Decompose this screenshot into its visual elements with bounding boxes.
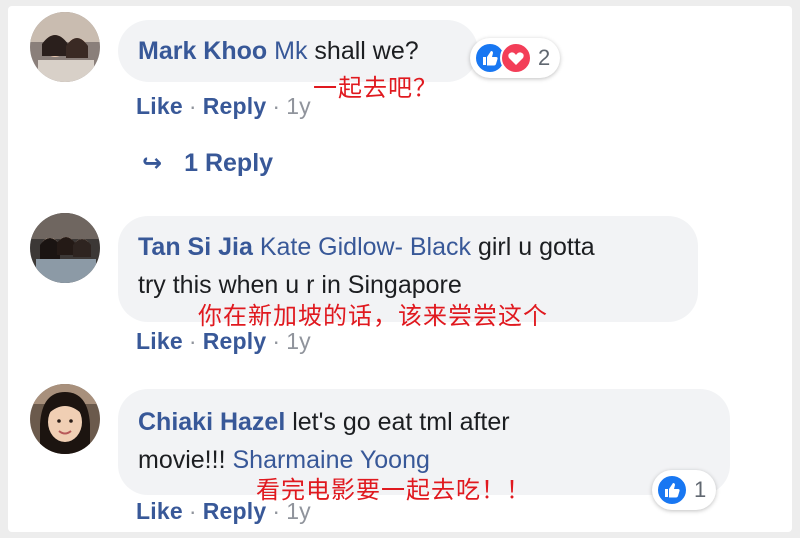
reaction-count: 1 xyxy=(694,477,707,502)
mention-tag[interactable]: Mk xyxy=(274,37,307,65)
reaction-count: 2 xyxy=(538,45,551,70)
translation-overlay: 你在新加坡的话，该来尝尝这个 xyxy=(198,302,548,330)
comment-text: girl u gotta xyxy=(471,233,595,261)
translation-overlay: 一起去吧？ xyxy=(313,74,438,102)
comment-text: let's go eat tml after xyxy=(285,408,510,436)
reactions-summary[interactable]: 2 xyxy=(470,38,561,78)
comment-author[interactable]: Mark Khoo xyxy=(138,37,267,65)
reply-link[interactable]: Reply xyxy=(203,93,267,119)
timestamp[interactable]: 1y xyxy=(286,498,311,524)
comment-author[interactable]: Chiaki Hazel xyxy=(138,408,285,436)
comment-actions: Like · Reply · 1y xyxy=(136,93,311,120)
reply-arrow-icon: ↪ xyxy=(142,150,163,177)
comment-actions: Like · Reply · 1y xyxy=(136,328,311,355)
comment-author[interactable]: Tan Si Jia xyxy=(138,233,253,261)
love-icon xyxy=(500,42,532,74)
timestamp[interactable]: 1y xyxy=(286,93,311,119)
comment-text: shall we? xyxy=(307,37,419,65)
view-replies-link[interactable]: ↪ 1 Reply xyxy=(142,149,273,178)
timestamp[interactable]: 1y xyxy=(286,328,311,354)
avatar-mark-khoo[interactable] xyxy=(30,12,100,82)
like-icon xyxy=(656,474,688,506)
mention-tag[interactable]: Kate Gidlow- Black xyxy=(260,233,471,261)
separator: · xyxy=(188,498,197,524)
reply-link[interactable]: Reply xyxy=(203,328,267,354)
like-link[interactable]: Like xyxy=(136,93,183,119)
comment-actions: Like · Reply · 1y xyxy=(136,498,311,525)
comment-thread: Mark Khoo Mk shall we? 一起去吧？ 2 Like · Repl… xyxy=(8,6,792,532)
separator: · xyxy=(188,93,197,119)
avatar-tan-si-jia[interactable] xyxy=(30,213,100,283)
like-link[interactable]: Like xyxy=(136,328,183,354)
separator: · xyxy=(272,93,281,119)
like-link[interactable]: Like xyxy=(136,498,183,524)
replies-count-label: 1 Reply xyxy=(184,149,274,177)
separator: · xyxy=(188,328,197,354)
reactions-summary[interactable]: 1 xyxy=(652,470,717,510)
comment-text-line2: movie!!! xyxy=(138,446,233,474)
reply-link[interactable]: Reply xyxy=(203,498,267,524)
avatar-chiaki-hazel[interactable] xyxy=(30,384,100,454)
separator: · xyxy=(272,498,281,524)
separator: · xyxy=(272,328,281,354)
